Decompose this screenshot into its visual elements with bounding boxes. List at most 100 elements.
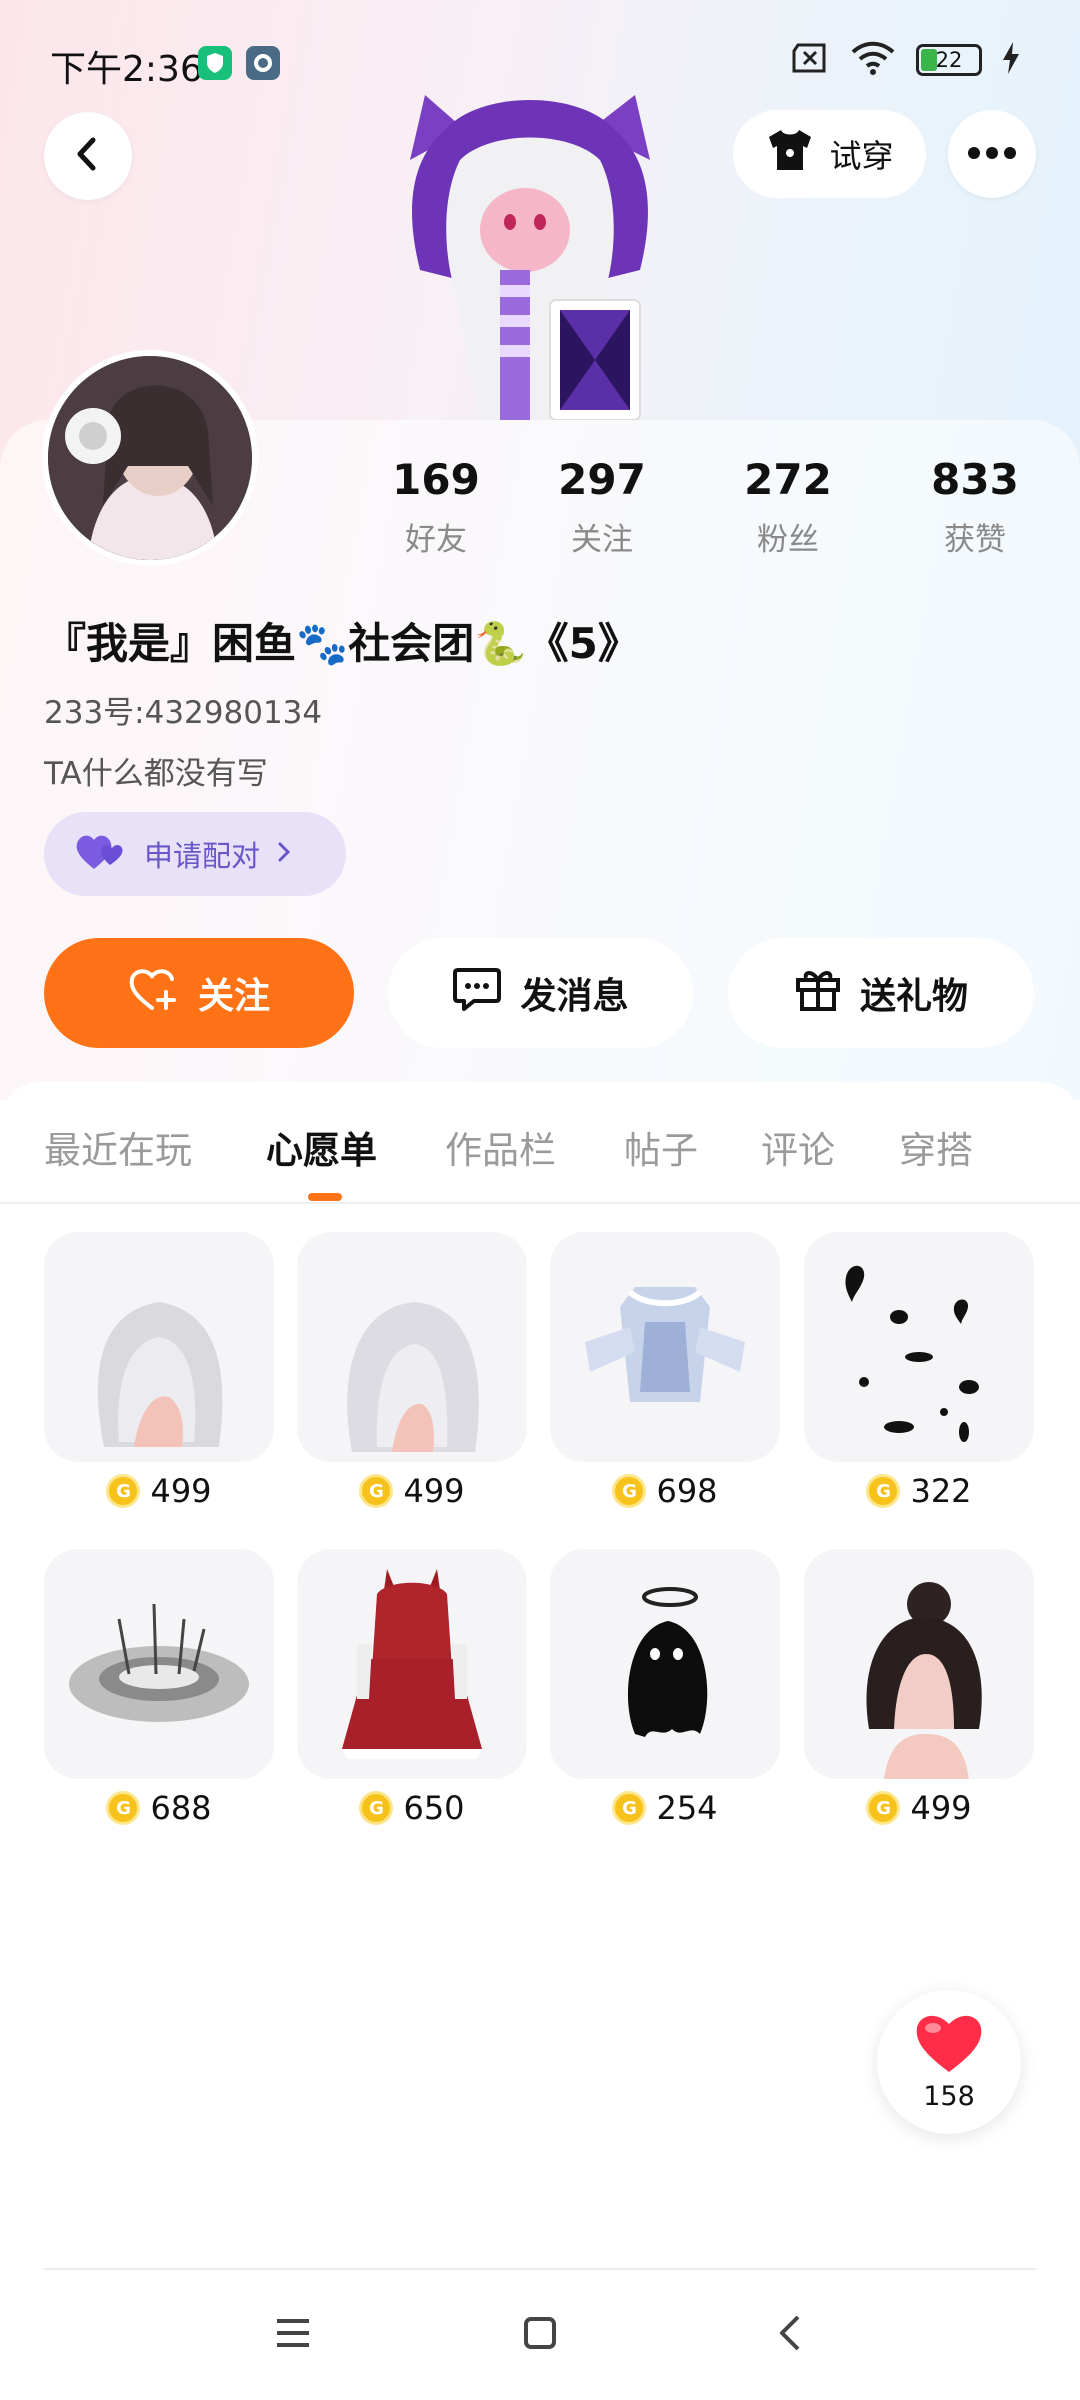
coin-icon: G xyxy=(612,1791,647,1825)
battery-icon: 22 xyxy=(916,44,982,76)
tab-posts[interactable]: 帖子 xyxy=(624,1120,698,1174)
stat-label: 好友 xyxy=(405,522,467,558)
like-button[interactable]: 158 xyxy=(877,1990,1021,2134)
settings-icon xyxy=(246,46,280,80)
price-value: 254 xyxy=(656,1789,718,1827)
stat-fans[interactable]: 272 粉丝 xyxy=(713,455,863,559)
price-value: 499 xyxy=(150,1472,212,1510)
profile-bio: TA什么都没有写 xyxy=(44,756,268,792)
wishlist-item[interactable]: G 499 xyxy=(804,1549,1034,1827)
follow-label: 关注 xyxy=(197,976,270,1017)
wishlist-item[interactable]: G 254 xyxy=(550,1549,780,1827)
sim-disabled-icon xyxy=(790,41,830,79)
back-arrow-icon xyxy=(73,136,103,176)
wishlist-item[interactable]: G 698 xyxy=(550,1232,780,1510)
heart-plus-icon xyxy=(128,966,180,1021)
item-price: G 499 xyxy=(44,1472,274,1510)
heart-icon xyxy=(913,2012,985,2078)
item-thumbnail xyxy=(297,1232,527,1462)
item-thumbnail xyxy=(297,1549,527,1779)
item-thumbnail xyxy=(804,1232,1034,1462)
tab-outfits[interactable]: 穿搭 xyxy=(899,1120,973,1174)
send-message-button[interactable]: 发消息 xyxy=(388,938,693,1048)
home-square-icon xyxy=(523,2316,557,2354)
coin-icon: G xyxy=(612,1474,647,1508)
gift-icon xyxy=(794,966,842,1021)
profile-uid: 233号:432980134 xyxy=(44,695,323,731)
stat-label: 关注 xyxy=(571,522,633,558)
wishlist-item[interactable]: G 322 xyxy=(804,1232,1034,1510)
item-price: G 499 xyxy=(297,1472,527,1510)
try-on-label: 试穿 xyxy=(829,137,894,175)
avatar-3d-character xyxy=(350,90,710,421)
tab-recently-played[interactable]: 最近在玩 xyxy=(44,1120,192,1174)
item-price: G 650 xyxy=(297,1789,527,1827)
back-button[interactable] xyxy=(44,112,132,200)
item-price: G 499 xyxy=(804,1789,1034,1827)
try-on-button[interactable]: 试穿 xyxy=(733,110,926,198)
menu-icon xyxy=(275,2318,311,2352)
tab-divider xyxy=(0,1202,1080,1204)
send-gift-label: 送礼物 xyxy=(859,976,968,1017)
more-button[interactable] xyxy=(948,110,1036,198)
item-price: G 254 xyxy=(550,1789,780,1827)
price-value: 688 xyxy=(150,1789,212,1827)
chevron-right-icon xyxy=(276,837,292,871)
double-heart-icon xyxy=(74,831,128,878)
wishlist-item[interactable]: G 499 xyxy=(44,1232,274,1510)
apply-pair-button[interactable]: 申请配对 xyxy=(44,812,346,896)
tab-comments[interactable]: 评论 xyxy=(761,1120,835,1174)
home-nav-button[interactable] xyxy=(505,2305,575,2365)
wifi-icon xyxy=(850,40,896,80)
chat-bubble-icon xyxy=(452,966,502,1021)
tshirt-icon xyxy=(765,128,815,180)
wishlist-item[interactable]: G 688 xyxy=(44,1549,274,1827)
back-triangle-icon xyxy=(778,2314,802,2356)
item-thumbnail xyxy=(550,1232,780,1462)
stat-likes[interactable]: 833 获赞 xyxy=(900,455,1050,559)
coin-icon: G xyxy=(106,1474,141,1508)
stat-value: 169 xyxy=(392,455,480,504)
price-value: 322 xyxy=(910,1472,972,1510)
wishlist-item[interactable]: G 650 xyxy=(297,1549,527,1827)
coin-icon: G xyxy=(359,1474,394,1508)
menu-nav-button[interactable] xyxy=(258,2305,328,2365)
coin-icon: G xyxy=(359,1791,394,1825)
tab-wishlist[interactable]: 心愿单 xyxy=(266,1120,377,1174)
price-value: 499 xyxy=(403,1472,465,1510)
item-thumbnail xyxy=(44,1232,274,1462)
item-price: G 688 xyxy=(44,1789,274,1827)
stat-value: 833 xyxy=(931,455,1019,504)
more-dots-icon xyxy=(967,145,1017,164)
avatar[interactable] xyxy=(42,350,258,566)
send-message-label: 发消息 xyxy=(520,976,629,1017)
coin-icon: G xyxy=(866,1791,901,1825)
profile-nickname: 『我是』困鱼🐾社会团🐍《5》 xyxy=(44,619,640,668)
stat-value: 297 xyxy=(558,455,646,504)
stat-value: 272 xyxy=(744,455,832,504)
send-gift-button[interactable]: 送礼物 xyxy=(728,938,1034,1048)
stat-label: 获赞 xyxy=(944,522,1006,558)
stat-following[interactable]: 297 关注 xyxy=(527,455,677,559)
battery-level: 22 xyxy=(935,48,963,72)
charging-icon xyxy=(1002,42,1020,78)
follow-button[interactable]: 关注 xyxy=(44,938,354,1048)
item-thumbnail xyxy=(44,1549,274,1779)
price-value: 698 xyxy=(656,1472,718,1510)
coin-icon: G xyxy=(866,1474,901,1508)
stat-friends[interactable]: 169 好友 xyxy=(361,455,511,559)
active-tab-indicator xyxy=(308,1193,342,1201)
back-nav-button[interactable] xyxy=(755,2305,825,2365)
price-value: 650 xyxy=(403,1789,465,1827)
tab-works[interactable]: 作品栏 xyxy=(445,1120,556,1174)
item-price: G 698 xyxy=(550,1472,780,1510)
nav-divider xyxy=(44,2268,1036,2270)
item-thumbnail xyxy=(804,1549,1034,1779)
coin-icon: G xyxy=(106,1791,141,1825)
stat-label: 粉丝 xyxy=(757,522,819,558)
status-time: 下午2:36 xyxy=(50,49,203,90)
shield-icon xyxy=(198,46,232,80)
price-value: 499 xyxy=(910,1789,972,1827)
wishlist-item[interactable]: G 499 xyxy=(297,1232,527,1510)
item-thumbnail xyxy=(550,1549,780,1779)
